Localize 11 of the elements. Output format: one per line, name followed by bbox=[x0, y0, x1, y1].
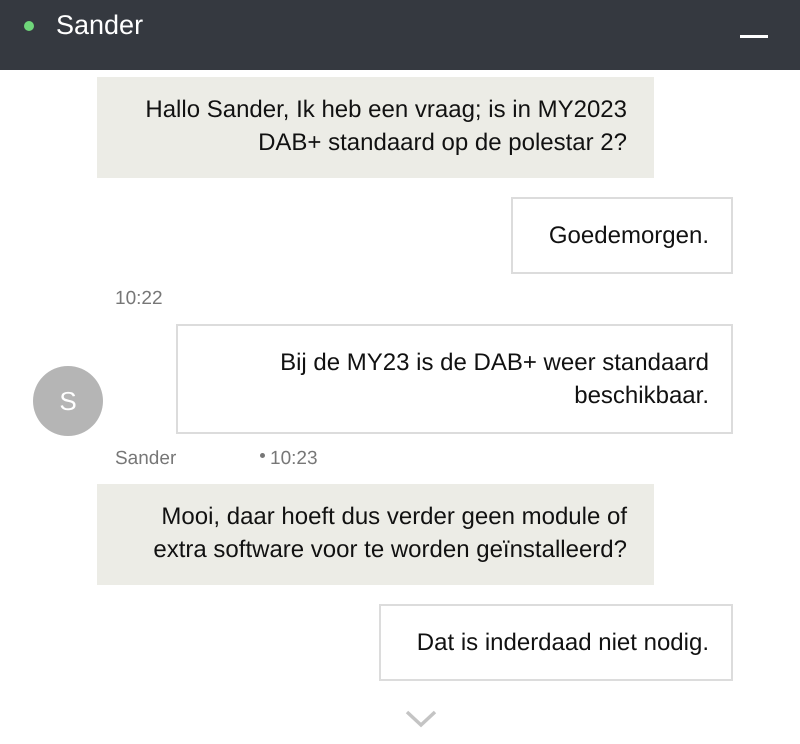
contact-name: Sander bbox=[56, 10, 144, 40]
message-time: 10:22 bbox=[115, 288, 163, 310]
author-name: Sander bbox=[115, 448, 178, 470]
avatar: S bbox=[33, 366, 103, 436]
message-bubble: Goedemorgen. bbox=[510, 197, 733, 274]
message-bubble: Mooi, daar hoeft dus verder geen module of extra software voor te worden geïnstalleerd? bbox=[97, 484, 654, 585]
message-bubble: Hallo Sander, Ik heb een vraag; is in MY2023 DAB+ standaard op de polestar 2? bbox=[97, 77, 654, 178]
message-bubble: Dat is inderdaad niet nodig. bbox=[378, 604, 733, 681]
message-time: 10:23 bbox=[270, 448, 318, 470]
message-bubble: Bij de MY23 is de DAB+ weer standaard beschikbaar. bbox=[176, 324, 733, 434]
separator-dot bbox=[260, 452, 265, 458]
